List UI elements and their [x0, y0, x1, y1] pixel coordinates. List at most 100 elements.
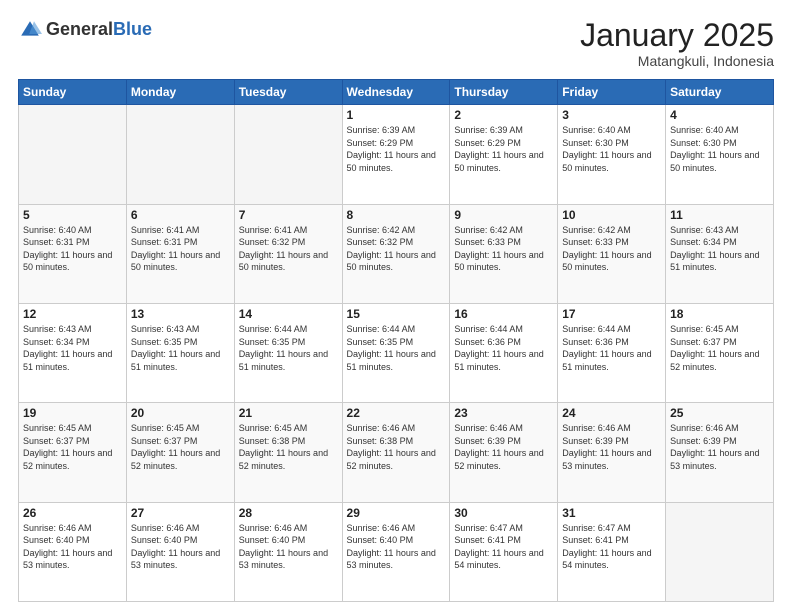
day-detail: Sunrise: 6:46 AMSunset: 6:39 PMDaylight:…	[670, 422, 769, 472]
calendar-day-cell: 21 Sunrise: 6:45 AMSunset: 6:38 PMDayligh…	[234, 403, 342, 502]
calendar-day-cell: 3Sunrise: 6:40 AMSunset: 6:30 PMDaylight…	[558, 105, 666, 204]
calendar-day-header: Saturday	[666, 80, 774, 105]
calendar-day-cell: 23 Sunrise: 6:46 AMSunset: 6:39 PMDayligh…	[450, 403, 558, 502]
day-number: 18	[670, 307, 769, 321]
day-number: 23	[454, 406, 553, 420]
calendar-day-cell	[666, 502, 774, 601]
calendar-day-cell: 26Sunrise: 6:46 AMSunset: 6:40 PMDayligh…	[19, 502, 127, 601]
day-number: 22	[347, 406, 446, 420]
day-number: 25	[670, 406, 769, 420]
day-number: 29	[347, 506, 446, 520]
calendar-day-cell: 29 Sunrise: 6:46 AMSunset: 6:40 PMDayligh…	[342, 502, 450, 601]
calendar-day-header: Sunday	[19, 80, 127, 105]
day-number: 26	[23, 506, 122, 520]
day-detail: Sunrise: 6:46 AMSunset: 6:38 PMDaylight:…	[347, 422, 446, 472]
day-number: 7	[239, 208, 338, 222]
page: GeneralBlue January 2025 Matangkuli, Ind…	[0, 0, 792, 612]
day-number: 8	[347, 208, 446, 222]
calendar-day-cell	[234, 105, 342, 204]
day-number: 21	[239, 406, 338, 420]
calendar-day-cell	[126, 105, 234, 204]
calendar-week-row: 5 Sunrise: 6:40 AMSunset: 6:31 PMDaylight…	[19, 204, 774, 303]
day-detail: Sunrise: 6:44 AMSunset: 6:35 PMDaylight:…	[239, 323, 338, 373]
day-number: 4	[670, 108, 769, 122]
day-detail: Sunrise: 6:46 AMSunset: 6:39 PMDaylight:…	[454, 422, 553, 472]
title-block: January 2025 Matangkuli, Indonesia	[580, 18, 774, 69]
day-number: 30	[454, 506, 553, 520]
day-detail: Sunrise: 6:43 AMSunset: 6:35 PMDaylight:…	[131, 323, 230, 373]
calendar-location: Matangkuli, Indonesia	[580, 53, 774, 69]
logo: GeneralBlue	[18, 18, 152, 42]
day-detail: Sunrise: 6:40 AMSunset: 6:30 PMDaylight:…	[562, 124, 661, 174]
day-detail: Sunrise: 6:42 AMSunset: 6:33 PMDaylight:…	[562, 224, 661, 274]
day-detail: Sunrise: 6:42 AMSunset: 6:32 PMDaylight:…	[347, 224, 446, 274]
calendar-table: SundayMondayTuesdayWednesdayThursdayFrid…	[18, 79, 774, 602]
calendar-header-row: SundayMondayTuesdayWednesdayThursdayFrid…	[19, 80, 774, 105]
calendar-week-row: 1Sunrise: 6:39 AMSunset: 6:29 PMDaylight…	[19, 105, 774, 204]
calendar-day-cell: 15 Sunrise: 6:44 AMSunset: 6:35 PMDayligh…	[342, 303, 450, 402]
calendar-day-cell: 18 Sunrise: 6:45 AMSunset: 6:37 PMDayligh…	[666, 303, 774, 402]
day-detail: Sunrise: 6:40 AMSunset: 6:31 PMDaylight:…	[23, 224, 122, 274]
day-detail: Sunrise: 6:43 AMSunset: 6:34 PMDaylight:…	[23, 323, 122, 373]
calendar-day-cell: 27 Sunrise: 6:46 AMSunset: 6:40 PMDayligh…	[126, 502, 234, 601]
day-detail: Sunrise: 6:42 AMSunset: 6:33 PMDaylight:…	[454, 224, 553, 274]
day-number: 12	[23, 307, 122, 321]
day-detail: Sunrise: 6:46 AMSunset: 6:40 PMDaylight:…	[239, 522, 338, 572]
calendar-title: January 2025	[580, 18, 774, 53]
calendar-day-cell: 14 Sunrise: 6:44 AMSunset: 6:35 PMDayligh…	[234, 303, 342, 402]
day-number: 14	[239, 307, 338, 321]
day-detail: Sunrise: 6:45 AMSunset: 6:37 PMDaylight:…	[670, 323, 769, 373]
calendar-day-cell: 25 Sunrise: 6:46 AMSunset: 6:39 PMDayligh…	[666, 403, 774, 502]
day-detail: Sunrise: 6:43 AMSunset: 6:34 PMDaylight:…	[670, 224, 769, 274]
day-detail: Sunrise: 6:47 AMSunset: 6:41 PMDaylight:…	[562, 522, 661, 572]
calendar-day-header: Thursday	[450, 80, 558, 105]
day-number: 17	[562, 307, 661, 321]
day-number: 19	[23, 406, 122, 420]
day-detail: Sunrise: 6:41 AMSunset: 6:31 PMDaylight:…	[131, 224, 230, 274]
calendar-day-cell: 2Sunrise: 6:39 AMSunset: 6:29 PMDaylight…	[450, 105, 558, 204]
calendar-day-header: Tuesday	[234, 80, 342, 105]
calendar-day-cell: 31 Sunrise: 6:47 AMSunset: 6:41 PMDayligh…	[558, 502, 666, 601]
day-number: 24	[562, 406, 661, 420]
day-number: 13	[131, 307, 230, 321]
day-number: 1	[347, 108, 446, 122]
calendar-day-cell: 9 Sunrise: 6:42 AMSunset: 6:33 PMDaylight…	[450, 204, 558, 303]
calendar-day-header: Friday	[558, 80, 666, 105]
calendar-day-cell: 1Sunrise: 6:39 AMSunset: 6:29 PMDaylight…	[342, 105, 450, 204]
day-detail: Sunrise: 6:45 AMSunset: 6:38 PMDaylight:…	[239, 422, 338, 472]
day-detail: Sunrise: 6:47 AMSunset: 6:41 PMDaylight:…	[454, 522, 553, 572]
day-detail: Sunrise: 6:46 AMSunset: 6:40 PMDaylight:…	[347, 522, 446, 572]
calendar-day-cell: 28 Sunrise: 6:46 AMSunset: 6:40 PMDayligh…	[234, 502, 342, 601]
calendar-day-cell: 19 Sunrise: 6:45 AMSunset: 6:37 PMDayligh…	[19, 403, 127, 502]
day-detail: Sunrise: 6:44 AMSunset: 6:36 PMDaylight:…	[562, 323, 661, 373]
day-detail: Sunrise: 6:44 AMSunset: 6:35 PMDaylight:…	[347, 323, 446, 373]
calendar-day-cell: 24 Sunrise: 6:46 AMSunset: 6:39 PMDayligh…	[558, 403, 666, 502]
day-detail: Sunrise: 6:40 AMSunset: 6:30 PMDaylight:…	[670, 124, 769, 174]
calendar-day-header: Wednesday	[342, 80, 450, 105]
day-number: 27	[131, 506, 230, 520]
calendar-day-cell: 20Sunrise: 6:45 AMSunset: 6:37 PMDayligh…	[126, 403, 234, 502]
calendar-day-cell: 4 Sunrise: 6:40 AMSunset: 6:30 PMDaylight…	[666, 105, 774, 204]
calendar-week-row: 26 Sunrise: 6:46 AMSunset: 6:40 PMDayligh…	[19, 502, 774, 601]
day-number: 2	[454, 108, 553, 122]
day-detail: Sunrise: 6:41 AMSunset: 6:32 PMDaylight:…	[239, 224, 338, 274]
day-number: 6	[131, 208, 230, 222]
logo-text: GeneralBlue	[46, 20, 152, 40]
day-detail: Sunrise: 6:45 AMSunset: 6:37 PMDaylight:…	[131, 422, 230, 472]
day-detail: Sunrise: 6:46 AMSunset: 6:40 PMDaylight:…	[131, 522, 230, 572]
calendar-day-cell: 11 Sunrise: 6:43 AMSunset: 6:34 PMDayligh…	[666, 204, 774, 303]
day-number: 5	[23, 208, 122, 222]
day-detail: Sunrise: 6:46 AMSunset: 6:39 PMDaylight:…	[562, 422, 661, 472]
day-number: 11	[670, 208, 769, 222]
day-number: 9	[454, 208, 553, 222]
day-number: 28	[239, 506, 338, 520]
calendar-day-cell: 8 Sunrise: 6:42 AMSunset: 6:32 PMDaylight…	[342, 204, 450, 303]
day-number: 16	[454, 307, 553, 321]
calendar-day-cell: 7 Sunrise: 6:41 AMSunset: 6:32 PMDaylight…	[234, 204, 342, 303]
calendar-day-cell	[19, 105, 127, 204]
calendar-day-cell: 22 Sunrise: 6:46 AMSunset: 6:38 PMDayligh…	[342, 403, 450, 502]
day-number: 31	[562, 506, 661, 520]
calendar-day-cell: 5 Sunrise: 6:40 AMSunset: 6:31 PMDaylight…	[19, 204, 127, 303]
day-number: 15	[347, 307, 446, 321]
day-detail: Sunrise: 6:45 AMSunset: 6:37 PMDaylight:…	[23, 422, 122, 472]
